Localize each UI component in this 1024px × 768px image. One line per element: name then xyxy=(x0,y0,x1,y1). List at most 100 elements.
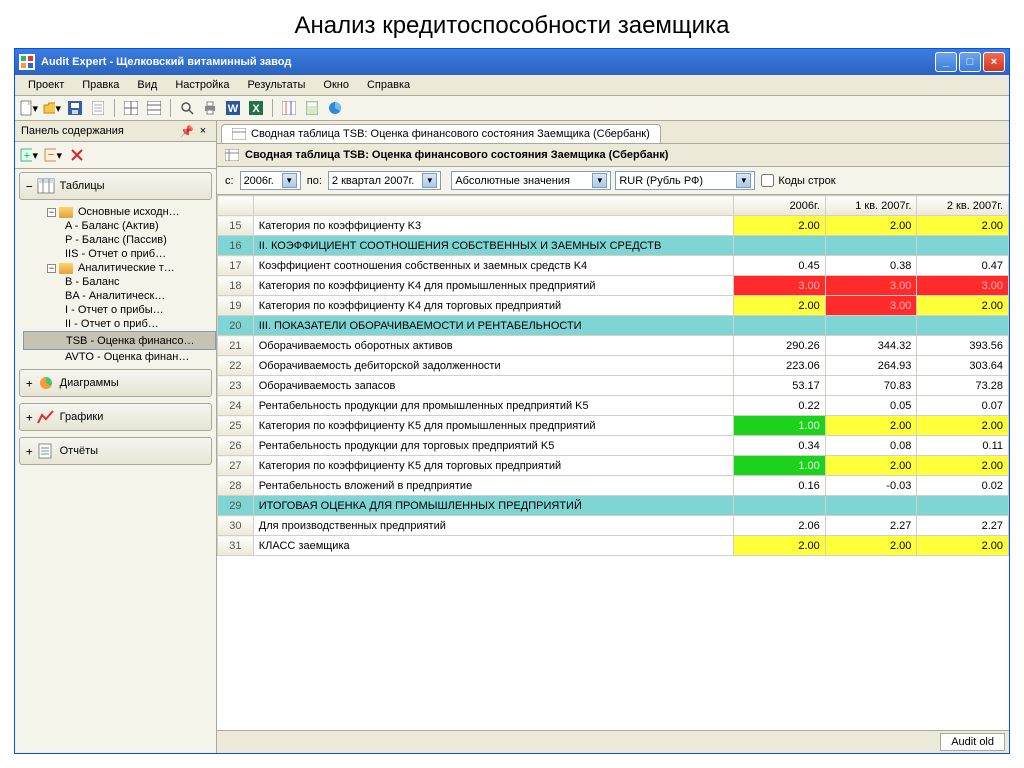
statusbar: Audit old xyxy=(217,730,1009,753)
tree-group-2[interactable]: −Аналитические т… xyxy=(23,261,216,275)
table-row[interactable]: 24Рентабельность продукции для промышлен… xyxy=(218,396,1009,416)
col-header[interactable]: 2 кв. 2007г. xyxy=(917,196,1009,216)
section-tables-label: Таблицы xyxy=(60,180,105,192)
table-row[interactable]: 25Категория по коэффициенту K5 для промы… xyxy=(218,416,1009,436)
table-row[interactable]: 20III. ПОКАЗАТЕЛИ ОБОРАЧИВАЕМОСТИ И РЕНТ… xyxy=(218,316,1009,336)
print-icon[interactable] xyxy=(200,98,220,118)
table-row[interactable]: 23Оборачиваемость запасов53.1770.8373.28 xyxy=(218,376,1009,396)
section-tables[interactable]: − Таблицы xyxy=(19,172,212,200)
table-row[interactable]: 16II. КОЭФФИЦИЕНТ СООТНОШЕНИЯ СОБСТВЕННЫ… xyxy=(218,236,1009,256)
chart-icon[interactable] xyxy=(325,98,345,118)
new-doc-icon[interactable]: ▾ xyxy=(19,98,39,118)
status-text: Audit old xyxy=(940,733,1005,751)
tree-item-selected[interactable]: TSB - Оценка финансо… xyxy=(23,331,216,350)
tree-item[interactable]: IIS - Отчет о приб… xyxy=(23,247,216,261)
content-area: Сводная таблица TSB: Оценка финансового … xyxy=(217,121,1009,753)
table1-icon[interactable] xyxy=(121,98,141,118)
close-button[interactable]: × xyxy=(983,52,1005,72)
menubar: Проект Правка Вид Настройка Результаты О… xyxy=(15,75,1009,96)
to-select[interactable]: 2 квартал 2007г.▼ xyxy=(328,171,441,190)
minimize-button[interactable]: _ xyxy=(935,52,957,72)
tree-item[interactable]: BA - Аналитическ… xyxy=(23,289,216,303)
maximize-button[interactable]: □ xyxy=(959,52,981,72)
search-icon[interactable] xyxy=(177,98,197,118)
tab-strip: Сводная таблица TSB: Оценка финансового … xyxy=(217,121,1009,144)
from-label: с: xyxy=(225,175,234,187)
tab-active[interactable]: Сводная таблица TSB: Оценка финансового … xyxy=(221,124,661,143)
tree-item[interactable]: I - Отчет о прибы… xyxy=(23,303,216,317)
calc-icon[interactable] xyxy=(302,98,322,118)
app-icon xyxy=(19,54,35,70)
to-label: по: xyxy=(307,175,322,187)
word-icon[interactable]: W xyxy=(223,98,243,118)
sidebar-header: Панель содержания 📌 × xyxy=(15,121,216,142)
svg-text:−: − xyxy=(48,149,54,161)
svg-text:X: X xyxy=(252,103,260,115)
tree-group-1[interactable]: −Основные исходн… xyxy=(23,205,216,219)
section-graphs[interactable]: + Графики xyxy=(19,403,212,431)
table-row[interactable]: 29ИТОГОВАЯ ОЦЕНКА ДЛЯ ПРОМЫШЛЕННЫХ ПРЕДП… xyxy=(218,496,1009,516)
section-diagrams-label: Диаграммы xyxy=(60,377,119,389)
menu-results[interactable]: Результаты xyxy=(238,77,314,93)
doc-icon xyxy=(225,149,239,161)
add-icon[interactable]: +▾ xyxy=(19,145,39,165)
sidebar: Панель содержания 📌 × +▾ −▾ − Таблицы −О… xyxy=(15,121,217,753)
grid-icon[interactable] xyxy=(279,98,299,118)
table-row[interactable]: 22Оборачиваемость дебиторской задолженно… xyxy=(218,356,1009,376)
menu-project[interactable]: Проект xyxy=(19,77,73,93)
col-header[interactable]: 2006г. xyxy=(734,196,826,216)
table-row[interactable]: 28Рентабельность вложений в предприятие0… xyxy=(218,476,1009,496)
remove-icon[interactable]: −▾ xyxy=(43,145,63,165)
table-row[interactable]: 30Для производственных предприятий2.062.… xyxy=(218,516,1009,536)
currency-select[interactable]: RUR (Рубль РФ)▼ xyxy=(615,171,755,190)
excel-icon[interactable]: X xyxy=(246,98,266,118)
menu-window[interactable]: Окно xyxy=(314,77,358,93)
section-reports-label: Отчёты xyxy=(60,445,98,457)
table-row[interactable]: 31КЛАСС заемщика2.002.002.00 xyxy=(218,536,1009,556)
tree-item[interactable]: P - Баланс (Пассив) xyxy=(23,233,216,247)
section-reports[interactable]: + Отчёты xyxy=(19,437,212,465)
data-grid[interactable]: 2006г. 1 кв. 2007г. 2 кв. 2007г. 15Катег… xyxy=(217,195,1009,730)
tree-item[interactable]: B - Баланс xyxy=(23,275,216,289)
menu-edit[interactable]: Правка xyxy=(73,77,128,93)
tab-icon xyxy=(232,128,246,140)
table-row[interactable]: 15Категория по коэффициенту K32.002.002.… xyxy=(218,216,1009,236)
svg-text:W: W xyxy=(228,103,239,115)
sidebar-title: Панель содержания xyxy=(21,125,124,137)
table2-icon[interactable] xyxy=(144,98,164,118)
doc-title: Сводная таблица TSB: Оценка финансового … xyxy=(245,149,668,161)
pin-icon[interactable]: 📌 xyxy=(180,124,194,138)
table-row[interactable]: 19Категория по коэффициенту K4 для торго… xyxy=(218,296,1009,316)
section-diagrams[interactable]: + Диаграммы xyxy=(19,369,212,397)
tree-item[interactable]: A - Баланс (Актив) xyxy=(23,219,216,233)
tab-label: Сводная таблица TSB: Оценка финансового … xyxy=(251,128,650,140)
table-row[interactable]: 21Оборачиваемость оборотных активов290.2… xyxy=(218,336,1009,356)
toolbar: ▾ ▾ W X xyxy=(15,96,1009,121)
table-row[interactable]: 27Категория по коэффициенту K5 для торго… xyxy=(218,456,1009,476)
titlebar: Audit Expert - Щелковский витаминный зав… xyxy=(15,49,1009,75)
table-row[interactable]: 18Категория по коэффициенту K4 для промы… xyxy=(218,276,1009,296)
panel-close-icon[interactable]: × xyxy=(196,124,210,138)
tree-item[interactable]: AVTO - Оценка финан… xyxy=(23,350,216,364)
open-icon[interactable]: ▾ xyxy=(42,98,62,118)
menu-help[interactable]: Справка xyxy=(358,77,419,93)
menu-settings[interactable]: Настройка xyxy=(166,77,238,93)
codes-checkbox[interactable]: Коды строк xyxy=(761,174,835,187)
section-graphs-label: Графики xyxy=(60,411,104,423)
window-title: Audit Expert - Щелковский витаминный зав… xyxy=(41,56,291,68)
col-header[interactable]: 1 кв. 2007г. xyxy=(825,196,917,216)
save-icon[interactable] xyxy=(65,98,85,118)
from-select[interactable]: 2006г.▼ xyxy=(240,171,301,190)
page-heading: Анализ кредитоспособности заемщика xyxy=(0,0,1024,48)
tree-item[interactable]: II - Отчет о приб… xyxy=(23,317,216,331)
doc-title-bar: Сводная таблица TSB: Оценка финансового … xyxy=(217,144,1009,167)
table-row[interactable]: 26Рентабельность продукции для торговых … xyxy=(218,436,1009,456)
table-row[interactable]: 17Коэффициент соотношения собственных и … xyxy=(218,256,1009,276)
page-icon[interactable] xyxy=(88,98,108,118)
app-window: Audit Expert - Щелковский витаминный зав… xyxy=(14,48,1010,754)
main-area: Панель содержания 📌 × +▾ −▾ − Таблицы −О… xyxy=(15,121,1009,753)
delete-icon[interactable] xyxy=(67,145,87,165)
filters-bar: с: 2006г.▼ по: 2 квартал 2007г.▼ Абсолют… xyxy=(217,167,1009,195)
menu-view[interactable]: Вид xyxy=(128,77,166,93)
abs-select[interactable]: Абсолютные значения▼ xyxy=(451,171,611,190)
